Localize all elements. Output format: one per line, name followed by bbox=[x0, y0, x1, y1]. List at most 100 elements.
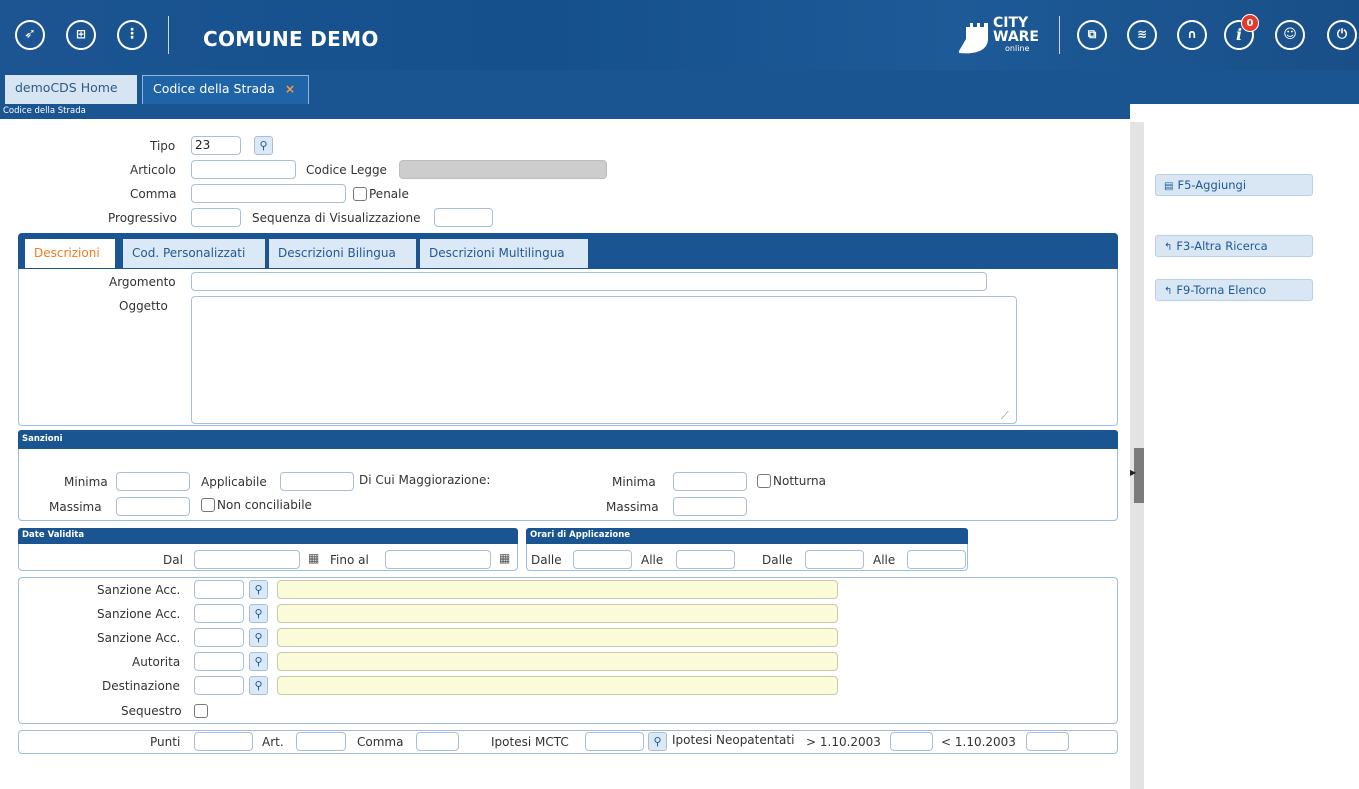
aggiungi-button[interactable]: ▤ F5-Aggiungi bbox=[1155, 174, 1313, 196]
tab-cod-personalizzati[interactable]: Cod. Personalizzati bbox=[123, 239, 265, 268]
ipotesi-mctc-input[interactable] bbox=[585, 732, 644, 751]
headset-icon[interactable]: ∩ bbox=[1177, 20, 1207, 50]
oggetto-label: Oggetto bbox=[119, 299, 168, 313]
tab-codice-strada-label: Codice della Strada bbox=[153, 81, 275, 96]
rocket-icon[interactable]: ➶ bbox=[15, 20, 45, 50]
back-arrow-icon: ↰ bbox=[1164, 242, 1173, 253]
power-icon[interactable]: ⏻ bbox=[1327, 20, 1357, 50]
chevron-right-icon[interactable]: ▶ bbox=[1130, 468, 1136, 477]
comma-label: Comma bbox=[130, 187, 177, 201]
altra-ricerca-button[interactable]: ↰ F3-Altra Ricerca bbox=[1155, 235, 1313, 257]
lookup-code-input[interactable] bbox=[194, 676, 244, 695]
alle-label-1: Alle bbox=[641, 553, 664, 567]
more-vertical-icon[interactable]: ⋮ bbox=[117, 20, 147, 50]
sequestro-checkbox[interactable] bbox=[194, 704, 208, 718]
lookup-desc-input bbox=[277, 628, 838, 647]
ipotesi-neo-label: Ipotesi Neopatentati bbox=[672, 733, 795, 747]
massima-magg-input[interactable] bbox=[673, 497, 747, 516]
non-conciliabile-label: Non conciliabile bbox=[217, 498, 312, 512]
alle-input-1[interactable] bbox=[676, 550, 735, 569]
minima-magg-input[interactable] bbox=[673, 472, 747, 491]
close-tab-icon[interactable]: × bbox=[285, 81, 295, 96]
grid-icon[interactable]: ⊞ bbox=[66, 20, 96, 50]
lookup-label: Destinazione bbox=[102, 679, 180, 693]
penale-checkbox[interactable] bbox=[353, 187, 367, 201]
penale-label: Penale bbox=[369, 187, 409, 201]
torna-elenco-button[interactable]: ↰ F9-Torna Elenco bbox=[1155, 279, 1313, 301]
tipo-label: Tipo bbox=[150, 139, 176, 153]
art-input[interactable] bbox=[296, 732, 346, 751]
cityware-logo-mark bbox=[959, 23, 988, 54]
fino-al-label: Fino al bbox=[330, 553, 369, 567]
lookup-desc-input bbox=[277, 580, 838, 599]
lookup-code-input[interactable] bbox=[194, 628, 244, 647]
lookup-code-input[interactable] bbox=[194, 580, 244, 599]
tab-descrizioni[interactable]: Descrizioni bbox=[25, 239, 115, 268]
massima-label: Massima bbox=[49, 500, 102, 514]
dalle-input-1[interactable] bbox=[573, 550, 632, 569]
oggetto-textarea[interactable] bbox=[191, 296, 1017, 424]
calendar-icon[interactable]: ▦ bbox=[499, 551, 510, 565]
massima-input[interactable] bbox=[116, 497, 190, 516]
tab-bar: demoCDS Home Codice della Strada × bbox=[0, 70, 1359, 104]
notturna-label: Notturna bbox=[773, 474, 827, 488]
brand-line-2: WARE bbox=[993, 29, 1039, 45]
minima-label: Minima bbox=[64, 475, 108, 489]
altra-ricerca-label: F3-Altra Ricerca bbox=[1176, 239, 1268, 253]
layers-icon[interactable]: ≋ bbox=[1127, 20, 1157, 50]
applicabile-label: Applicabile bbox=[201, 475, 267, 489]
tab-descrizioni-multilingua[interactable]: Descrizioni Multilingua bbox=[420, 239, 588, 268]
comma-input[interactable] bbox=[191, 184, 346, 203]
lookup-label: Autorita bbox=[132, 655, 181, 669]
lookup-label: Sanzione Acc. bbox=[97, 631, 181, 645]
argomento-input[interactable] bbox=[191, 272, 987, 291]
resize-handle-icon[interactable]: ⟋ bbox=[1001, 409, 1009, 423]
search-icon[interactable]: ⚲ bbox=[249, 628, 268, 647]
minima-input[interactable] bbox=[116, 472, 190, 491]
tab-codice-strada[interactable]: Codice della Strada × bbox=[142, 75, 309, 104]
comma-bottom-input[interactable] bbox=[416, 732, 459, 751]
save-icon: ▤ bbox=[1164, 181, 1174, 192]
sequenza-input[interactable] bbox=[434, 208, 493, 227]
search-icon[interactable]: ⚲ bbox=[648, 732, 667, 751]
applicabile-input[interactable] bbox=[280, 472, 354, 491]
app-title: COMUNE DEMO bbox=[203, 27, 379, 51]
search-icon[interactable]: ⚲ bbox=[249, 676, 268, 695]
lookup-code-input[interactable] bbox=[194, 604, 244, 623]
user-icon[interactable]: ☺ bbox=[1275, 20, 1305, 50]
codice-legge-label: Codice Legge bbox=[306, 163, 387, 177]
dalle-label-1: Dalle bbox=[531, 553, 562, 567]
tab-home[interactable]: demoCDS Home bbox=[5, 75, 137, 104]
divider bbox=[1059, 16, 1060, 54]
non-conciliabile-checkbox[interactable] bbox=[201, 498, 215, 512]
dal-input[interactable] bbox=[194, 550, 300, 569]
comma-bottom-label: Comma bbox=[357, 735, 404, 749]
brand-line-1: CITY bbox=[993, 15, 1029, 31]
ipotesi-mctc-label: Ipotesi MCTC bbox=[491, 735, 569, 749]
divider bbox=[168, 16, 169, 54]
dalle-input-2[interactable] bbox=[805, 550, 864, 569]
tipo-input[interactable]: 23 bbox=[191, 136, 241, 155]
search-icon[interactable]: ⚲ bbox=[249, 580, 268, 599]
tab-descrizioni-bilingua[interactable]: Descrizioni Bilingua bbox=[269, 239, 416, 268]
lookup-label: Sanzione Acc. bbox=[97, 607, 181, 621]
punti-input[interactable] bbox=[194, 732, 253, 751]
lt-date-input[interactable] bbox=[1026, 732, 1069, 751]
breadcrumb: Codice della Strada bbox=[0, 104, 1130, 119]
windows-icon[interactable]: ⧉ bbox=[1077, 20, 1107, 50]
articolo-input[interactable] bbox=[191, 160, 296, 179]
search-icon[interactable]: ⚲ bbox=[249, 652, 268, 671]
aggiungi-label: F5-Aggiungi bbox=[1177, 178, 1247, 192]
top-bar: ➶ ⊞ ⋮ COMUNE DEMO CITY WARE online ⧉ ≋ ∩… bbox=[0, 0, 1359, 70]
calendar-icon[interactable]: ▦ bbox=[308, 551, 319, 565]
alle-input-2[interactable] bbox=[907, 550, 966, 569]
progressivo-input[interactable] bbox=[191, 208, 241, 227]
notturna-checkbox[interactable] bbox=[757, 474, 771, 488]
gt-date-input[interactable] bbox=[890, 732, 933, 751]
fino-al-input[interactable] bbox=[385, 550, 491, 569]
tipo-search-icon[interactable]: ⚲ bbox=[254, 136, 273, 155]
dalle-label-2: Dalle bbox=[762, 553, 793, 567]
search-icon[interactable]: ⚲ bbox=[249, 604, 268, 623]
lookup-code-input[interactable] bbox=[194, 652, 244, 671]
lookup-desc-input bbox=[277, 652, 838, 671]
